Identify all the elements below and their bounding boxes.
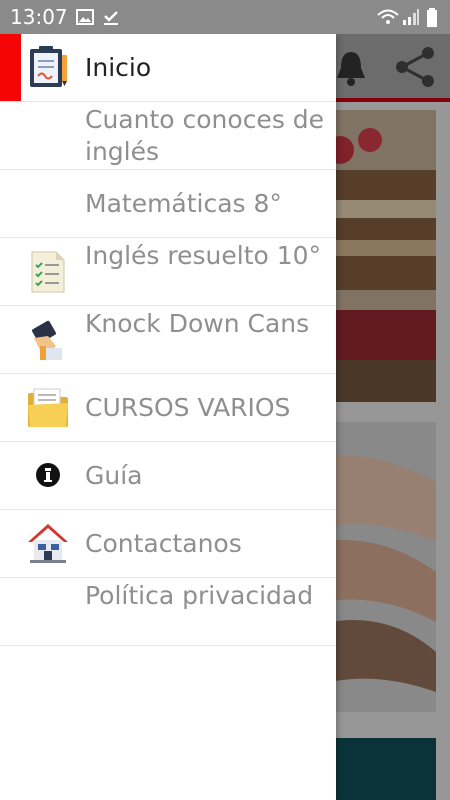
- drawer-item-contactanos[interactable]: Contactanos: [0, 510, 336, 578]
- clipboard-icon: [26, 45, 70, 89]
- drawer-item-guia[interactable]: Guía: [0, 442, 336, 510]
- status-bar: 13:07: [0, 0, 450, 34]
- drawer-item-label: Contactanos: [85, 529, 242, 558]
- tablet-hand-icon: [26, 318, 70, 362]
- drawer-item-label: Cuanto conoces de inglés: [85, 105, 325, 166]
- checklist-icon: [26, 250, 70, 294]
- drawer-item-label: Guía: [85, 461, 143, 490]
- status-time: 13:07: [10, 5, 68, 29]
- drawer-item-inicio[interactable]: Inicio: [0, 34, 336, 102]
- download-done-icon: [102, 8, 120, 30]
- drawer-item-matematicas[interactable]: Matemáticas 8°: [0, 170, 336, 238]
- drawer-item-cursos-varios[interactable]: CURSOS VARIOS: [0, 374, 336, 442]
- drawer-item-label: Knock Down Cans: [85, 309, 310, 338]
- drawer-item-label: Inglés resuelto 10°: [85, 241, 322, 270]
- drawer-item-cuanto-conoces[interactable]: Cuanto conoces de inglés: [0, 102, 336, 170]
- drawer-item-ingles-resuelto[interactable]: Inglés resuelto 10°: [0, 238, 336, 306]
- drawer-item-knock-down-cans[interactable]: Knock Down Cans: [0, 306, 336, 374]
- wifi-icon: [376, 8, 400, 30]
- signal-icon: [402, 8, 420, 30]
- drawer-item-politica-privacidad[interactable]: Política privacidad: [0, 578, 336, 646]
- navigation-drawer: Inicio Cuanto conoces de inglés Matemáti…: [0, 34, 336, 800]
- drawer-item-label: Política privacidad: [85, 581, 314, 610]
- image-icon: [76, 8, 94, 30]
- house-icon: [26, 520, 70, 564]
- drawer-item-label: Matemáticas 8°: [85, 189, 282, 218]
- folder-icon: [26, 385, 70, 429]
- info-icon: [26, 453, 70, 497]
- drawer-item-label: Inicio: [85, 53, 152, 82]
- drawer-item-label: CURSOS VARIOS: [85, 393, 291, 422]
- battery-icon: [426, 8, 438, 32]
